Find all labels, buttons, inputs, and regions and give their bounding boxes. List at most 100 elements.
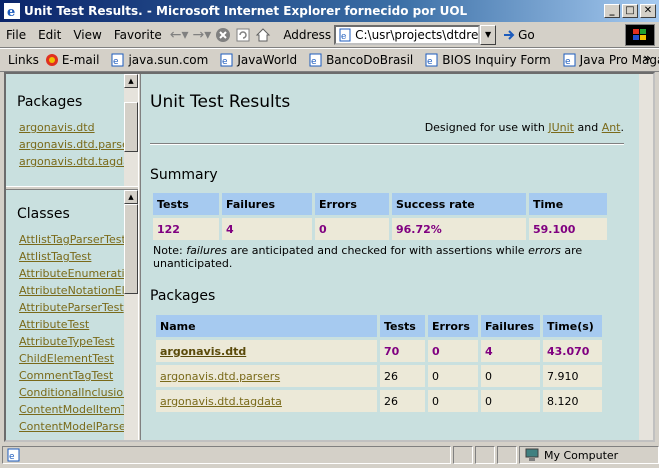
menu-favorites[interactable]: Favorite	[108, 28, 168, 42]
menu-view[interactable]: View	[67, 28, 107, 42]
scroll-thumb[interactable]	[124, 102, 138, 152]
summary-heading: Summary	[150, 167, 218, 183]
svg-text:e: e	[222, 57, 228, 67]
link-java-sun[interactable]: e java.sun.com	[111, 53, 208, 67]
packages-frame: Packages argonavis.dtd argonavis.dtd.par…	[6, 74, 138, 186]
package-row-link[interactable]: argonavis.dtd.tagdata	[160, 395, 282, 408]
package-link[interactable]: argonavis.dtd.parsers	[19, 136, 138, 153]
svg-text:e: e	[9, 452, 15, 462]
column-header: Failures	[222, 193, 312, 215]
ie-page-icon: e	[563, 53, 576, 67]
class-link[interactable]: AttributeTypeTest	[19, 333, 138, 350]
summary-failures: 4	[222, 218, 312, 240]
table-header-row: Name Tests Errors Failures Time(s)	[156, 315, 602, 337]
designed-for-text: Designed for use with JUnit and Ant.	[424, 121, 624, 134]
links-more-chevron[interactable]: »	[643, 51, 651, 65]
row-tests: 26	[380, 390, 425, 412]
class-link[interactable]: AttributeParserTest	[19, 299, 138, 316]
class-link[interactable]: AttlistTagTest	[19, 248, 138, 265]
menu-file[interactable]: File	[0, 28, 32, 42]
class-link[interactable]: AttlistTagParserTest	[19, 231, 138, 248]
window-title: Unit Test Results. - Microsoft Internet …	[24, 4, 468, 18]
links-bar: Links E-mail e java.sun.com e JavaWorld …	[0, 48, 659, 72]
go-arrow-icon	[504, 29, 515, 40]
classes-list: AttlistTagParserTest AttlistTagTest Attr…	[19, 231, 138, 435]
class-link[interactable]: ConditionalInclusionTest	[19, 384, 138, 401]
address-input[interactable]: e C:\usr\projects\dtdreader	[334, 24, 481, 45]
maximize-button[interactable]: □	[622, 4, 638, 18]
column-header: Errors	[315, 193, 389, 215]
row-errors: 0	[428, 365, 478, 387]
packages-section-heading: Packages	[150, 288, 216, 304]
scroll-thumb[interactable]	[124, 204, 138, 294]
class-link[interactable]: AttributeNotationElement	[19, 282, 138, 299]
row-errors: 0	[428, 390, 478, 412]
close-button[interactable]: ✕	[640, 4, 656, 18]
class-link[interactable]: ContentModelParserTest	[19, 418, 138, 435]
summary-success-rate: 96.72%	[392, 218, 526, 240]
refresh-icon[interactable]	[233, 27, 253, 43]
svg-text:e: e	[341, 32, 346, 42]
stop-icon[interactable]	[213, 27, 233, 43]
divider	[150, 143, 624, 145]
forward-arrow-icon[interactable]: →▾	[191, 27, 214, 43]
go-button[interactable]: Go	[502, 28, 535, 42]
link-javaworld[interactable]: e JavaWorld	[220, 53, 297, 67]
back-arrow-icon[interactable]: ←▾	[168, 27, 191, 43]
column-header: Tests	[153, 193, 219, 215]
ie-page-icon: e	[220, 53, 233, 67]
table-row: argonavis.dtd 70 0 4 43.070	[156, 340, 602, 362]
row-failures: 4	[481, 340, 540, 362]
class-link[interactable]: CommentTagTest	[19, 367, 138, 384]
column-header: Success rate	[392, 193, 526, 215]
scroll-up-icon[interactable]: ▲	[124, 74, 138, 88]
classes-frame: Classes AttlistTagParserTest AttlistTagT…	[6, 190, 138, 440]
ie-page-icon: e	[425, 53, 438, 67]
package-row-link[interactable]: argonavis.dtd	[160, 345, 246, 358]
link-bancodobrasil[interactable]: e BancoDoBrasil	[309, 53, 413, 67]
row-time: 43.070	[543, 340, 602, 362]
class-link[interactable]: AttributeTest	[19, 316, 138, 333]
page-status-icon: e	[7, 448, 20, 462]
table-row: 122 4 0 96.72% 59.100	[153, 218, 607, 240]
class-link[interactable]: ChildElementTest	[19, 350, 138, 367]
packages-table: Name Tests Errors Failures Time(s) argon…	[153, 312, 605, 415]
summary-tests: 122	[153, 218, 219, 240]
packages-heading: Packages	[17, 94, 83, 110]
page-icon: e	[339, 28, 351, 42]
class-link[interactable]: ContentModelItemTest	[19, 401, 138, 418]
table-row: argonavis.dtd.parsers 26 0 0 7.910	[156, 365, 602, 387]
column-header: Time(s)	[543, 315, 602, 337]
row-time: 8.120	[543, 390, 602, 412]
scroll-up-icon[interactable]: ▲	[124, 190, 138, 204]
row-tests: 70	[380, 340, 425, 362]
title-bar: e Unit Test Results. - Microsoft Interne…	[0, 0, 659, 22]
classes-scrollbar[interactable]: ▲	[124, 190, 138, 440]
menu-edit[interactable]: Edit	[32, 28, 67, 42]
package-link[interactable]: argonavis.dtd.tagdata	[19, 153, 138, 170]
ie-page-icon: e	[309, 53, 322, 67]
minimize-button[interactable]: _	[604, 4, 620, 18]
main-frame: Unit Test Results Designed for use with …	[141, 74, 653, 440]
row-failures: 0	[481, 390, 540, 412]
main-scrollbar[interactable]	[639, 74, 653, 440]
ant-link[interactable]: Ant	[602, 121, 621, 134]
security-zone: My Computer	[519, 446, 659, 464]
address-dropdown-icon[interactable]: ▼	[480, 24, 497, 45]
package-row-link[interactable]: argonavis.dtd.parsers	[160, 370, 280, 383]
summary-note: Note: failures are anticipated and check…	[153, 244, 583, 270]
row-failures: 0	[481, 365, 540, 387]
packages-list: argonavis.dtd argonavis.dtd.parsers argo…	[19, 119, 138, 170]
home-icon[interactable]	[253, 27, 273, 43]
packages-scrollbar[interactable]: ▲	[124, 74, 138, 186]
page-title: Unit Test Results	[150, 92, 291, 112]
email-icon	[45, 54, 58, 66]
class-link[interactable]: AttributeEnumerationTest	[19, 265, 138, 282]
status-text: e	[2, 446, 451, 464]
link-email[interactable]: E-mail	[45, 53, 99, 67]
junit-link[interactable]: JUnit	[548, 121, 574, 134]
package-link[interactable]: argonavis.dtd	[19, 119, 138, 136]
link-bios-inquiry[interactable]: e BIOS Inquiry Form	[425, 53, 551, 67]
summary-errors: 0	[315, 218, 389, 240]
svg-text:e: e	[427, 57, 433, 67]
